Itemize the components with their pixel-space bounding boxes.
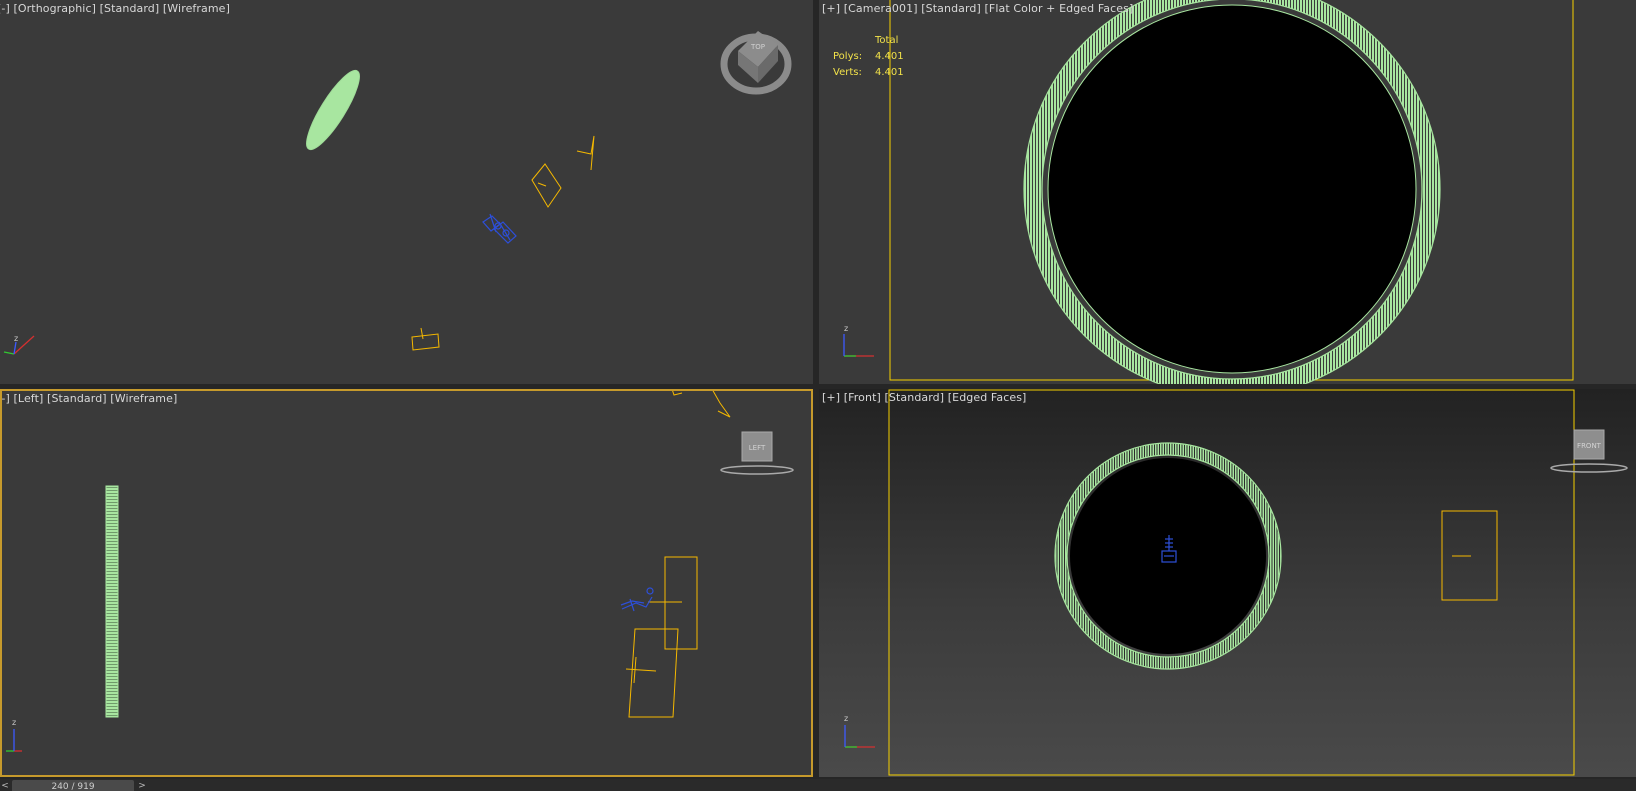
viewport-camera001[interactable]: z [+] [Camera001] [Standard] [Flat Color…: [819, 0, 1636, 384]
plane-object-2: [628, 628, 679, 718]
statistics-overlay: Total Polys: 4.401 Verts: 4.401: [833, 33, 904, 81]
time-slider[interactable]: 240 / 919: [12, 780, 134, 791]
viewcube-left: LEFT: [720, 431, 794, 475]
stats-polys-value: 4.401: [875, 51, 904, 62]
viewport-pov-button[interactable]: [Left]: [14, 392, 44, 405]
axis-tripod-icon: z: [6, 718, 22, 752]
ring-object-perspective: [306, 69, 360, 151]
axis-tripod-icon: z: [843, 324, 874, 357]
svg-text:TOP: TOP: [750, 43, 765, 51]
viewport-shading-standard-button[interactable]: [Standard]: [921, 2, 981, 15]
camera-object: [482, 213, 517, 244]
stats-verts-label: Verts:: [833, 67, 862, 78]
viewport-left-active[interactable]: LEFT z [-] [Left] [Standard] [Wireframe]: [0, 389, 813, 777]
viewport-menu-button[interactable]: [+]: [822, 2, 840, 15]
axis-tripod-icon: z: [844, 714, 875, 748]
svg-text:z: z: [12, 718, 16, 727]
axis-tripod-icon: z: [3, 334, 35, 355]
viewport-display-mode-button[interactable]: [Wireframe]: [110, 392, 177, 405]
time-slider-prev-button[interactable]: <: [0, 780, 10, 791]
svg-text:z: z: [844, 324, 848, 333]
viewcube-top: TOP: [720, 31, 792, 95]
viewport-label-camera001[interactable]: [+] [Camera001] [Standard] [Flat Color +…: [822, 2, 1133, 15]
viewcube-front: FRONT: [1550, 429, 1628, 473]
svg-text:LEFT: LEFT: [749, 444, 766, 452]
svg-text:FRONT: FRONT: [1577, 442, 1602, 450]
stats-header: Total: [875, 35, 899, 46]
stats-verts-value: 4.401: [875, 67, 904, 78]
viewport-pov-button[interactable]: [Camera001]: [844, 2, 918, 15]
camera-object: [620, 587, 654, 612]
viewport-display-mode-button[interactable]: [Flat Color + Edged Faces]: [985, 2, 1134, 15]
svg-text:z: z: [14, 334, 18, 343]
time-slider-bar: < 240 / 919 >: [0, 779, 1636, 791]
plane-object-2: [576, 135, 595, 171]
scene-front[interactable]: FRONT z: [819, 389, 1636, 777]
scene-camera001[interactable]: z: [819, 0, 1636, 384]
plane-object-1: [664, 556, 698, 650]
viewport-shading-standard-button[interactable]: [Standard]: [47, 392, 107, 405]
scene-orthographic[interactable]: TOP z: [0, 0, 813, 384]
ring-object-side: [105, 485, 119, 718]
viewport-orthographic[interactable]: [-] [Orthographic] [Standard] [Wireframe…: [0, 0, 813, 384]
ring-inner-face: [1047, 4, 1417, 374]
plane-object-3: [411, 333, 440, 351]
viewport-display-mode-button[interactable]: [Edged Faces]: [948, 391, 1027, 404]
viewport-menu-button[interactable]: [+]: [822, 391, 840, 404]
plane-object-1: [531, 163, 562, 208]
viewport-shading-standard-button[interactable]: [Standard]: [885, 391, 945, 404]
viewport-label-front[interactable]: [+] [Front] [Standard] [Edged Faces]: [822, 391, 1026, 404]
viewport-layout: [-] [Orthographic] [Standard] [Wireframe…: [0, 0, 1636, 791]
svg-text:z: z: [844, 714, 848, 723]
scene-left[interactable]: LEFT z: [2, 391, 811, 775]
viewport-front[interactable]: FRONT z [+] [Front] [Standard] [Edged Fa…: [819, 389, 1636, 777]
viewport-menu-button[interactable]: [-]: [2, 392, 10, 405]
viewport-label-left[interactable]: [-] [Left] [Standard] [Wireframe]: [2, 392, 177, 405]
time-slider-next-button[interactable]: >: [137, 780, 147, 791]
viewport-pov-button[interactable]: [Front]: [844, 391, 881, 404]
stats-polys-label: Polys:: [833, 51, 863, 62]
